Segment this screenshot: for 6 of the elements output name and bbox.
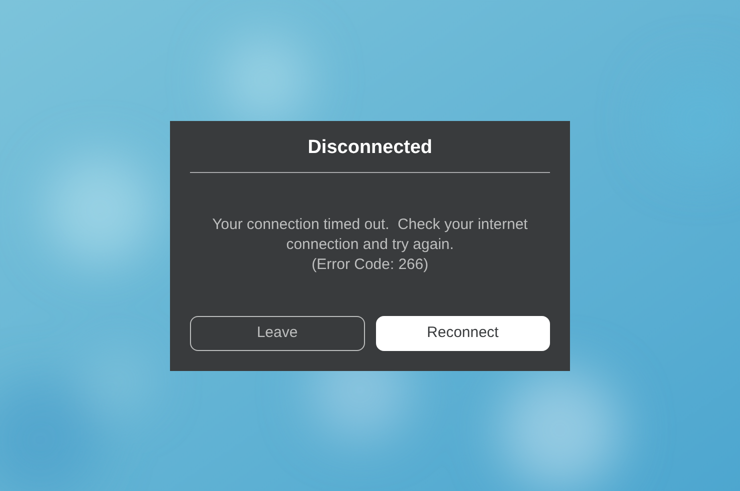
message-text: Your connection timed out. Check your internet [212, 215, 528, 236]
leave-button[interactable]: Leave [190, 316, 364, 350]
message-text: (Error Code: 266) [312, 255, 428, 276]
reconnect-button[interactable]: Reconnect [376, 316, 550, 350]
dialog-title: Disconnected [306, 136, 434, 160]
message-text: connection and try again. [286, 235, 454, 256]
